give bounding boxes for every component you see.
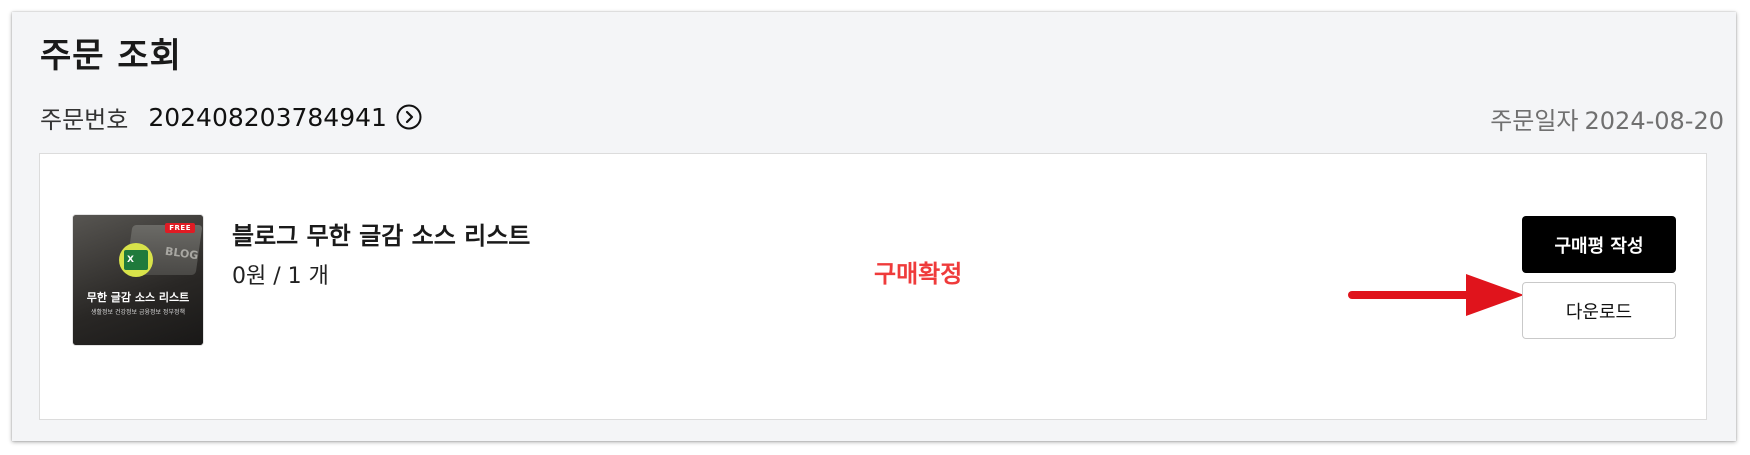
excel-icon-letter: X xyxy=(124,250,148,270)
free-badge: FREE xyxy=(165,223,195,233)
order-item-card: BLOG FREE X 무한 글감 소스 리스트 생활정보 건강정보 금융정보 … xyxy=(39,153,1707,420)
order-date: 주문일자 2024-08-20 xyxy=(1490,101,1724,136)
product-price-quantity: 0원 / 1 개 xyxy=(232,264,329,289)
chevron-right-circle-icon[interactable] xyxy=(395,103,423,131)
excel-icon: X xyxy=(119,243,153,277)
red-arrow-annotation xyxy=(1348,274,1524,316)
product-thumbnail[interactable]: BLOG FREE X 무한 글감 소스 리스트 생활정보 건강정보 금융정보 … xyxy=(72,214,204,346)
order-status: 구매확정 xyxy=(874,260,963,288)
thumbnail-title: 무한 글감 소스 리스트 xyxy=(86,291,190,304)
product-name[interactable]: 블로그 무한 글감 소스 리스트 xyxy=(232,216,530,251)
thumbnail-subtitle: 생활정보 건강정보 금융정보 정부정책 xyxy=(90,309,186,316)
order-date-label: 주문일자 xyxy=(1490,107,1579,135)
order-number-value: 202408203784941 xyxy=(148,102,387,132)
order-number-label: 주문번호 xyxy=(40,105,129,134)
download-button[interactable]: 다운로드 xyxy=(1522,282,1676,339)
order-date-value: 2024-08-20 xyxy=(1584,107,1724,135)
order-number-row: 주문번호 202408203784941 xyxy=(40,99,423,135)
write-review-button[interactable]: 구매평 작성 xyxy=(1522,216,1676,273)
page-title: 주문 조회 xyxy=(40,36,182,76)
order-panel: 주문 조회 주문번호 202408203784941 주문일자 2024-08-2… xyxy=(12,12,1736,441)
